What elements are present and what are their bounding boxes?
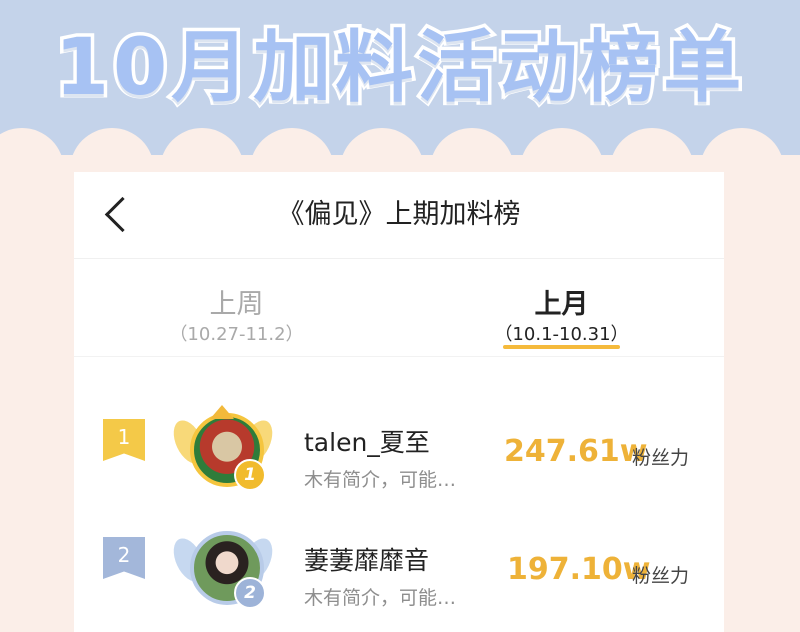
rank-flag: 2 (103, 537, 145, 579)
rank-medal: 2 (234, 577, 266, 609)
user-bio: 木有简介，可能… (304, 587, 457, 609)
avatar-frame: 2 (167, 523, 279, 619)
fans-power-value: 197.10w (507, 552, 651, 587)
tab-date-range: （10.1-10.31） (494, 324, 629, 345)
page-title: 《偏见》上期加料榜 (277, 199, 521, 230)
tab-label: 上周 (209, 289, 264, 320)
period-tabs: 上周 （10.27-11.2） 上月 （10.1-10.31） (74, 258, 724, 357)
user-name: talen_夏至 (304, 428, 430, 457)
fans-power-label: 粉丝力 (632, 447, 690, 469)
tab-last-week[interactable]: 上周 （10.27-11.2） (74, 258, 399, 356)
tab-last-month[interactable]: 上月 （10.1-10.31） (399, 258, 724, 356)
rank-flag: 1 (103, 419, 145, 461)
tab-date-range: （10.27-11.2） (169, 324, 304, 345)
tab-label: 上月 (534, 289, 589, 320)
banner-title: 10月加料活动榜单 (51, 20, 746, 117)
rank-medal: 1 (234, 459, 266, 491)
panel-header: 《偏见》上期加料榜 (74, 172, 724, 259)
user-name: 萋萋靡靡音 (304, 546, 430, 575)
fans-power-value: 247.61w (504, 434, 648, 469)
avatar-frame: 1 (167, 405, 279, 501)
ranking-row[interactable]: 1 1 talen_夏至 木有简介，可能… 247.61w 粉丝力 (74, 379, 724, 491)
crown-icon (210, 405, 234, 419)
fans-power-label: 粉丝力 (632, 565, 690, 587)
ranking-row[interactable]: 2 2 萋萋靡靡音 木有简介，可能… 197.10w 粉丝力 (74, 497, 724, 609)
leaderboard-panel: 《偏见》上期加料榜 上周 （10.27-11.2） 上月 （10.1-10.31… (74, 172, 724, 632)
user-bio: 木有简介，可能… (304, 469, 457, 491)
active-tab-indicator (503, 345, 620, 349)
